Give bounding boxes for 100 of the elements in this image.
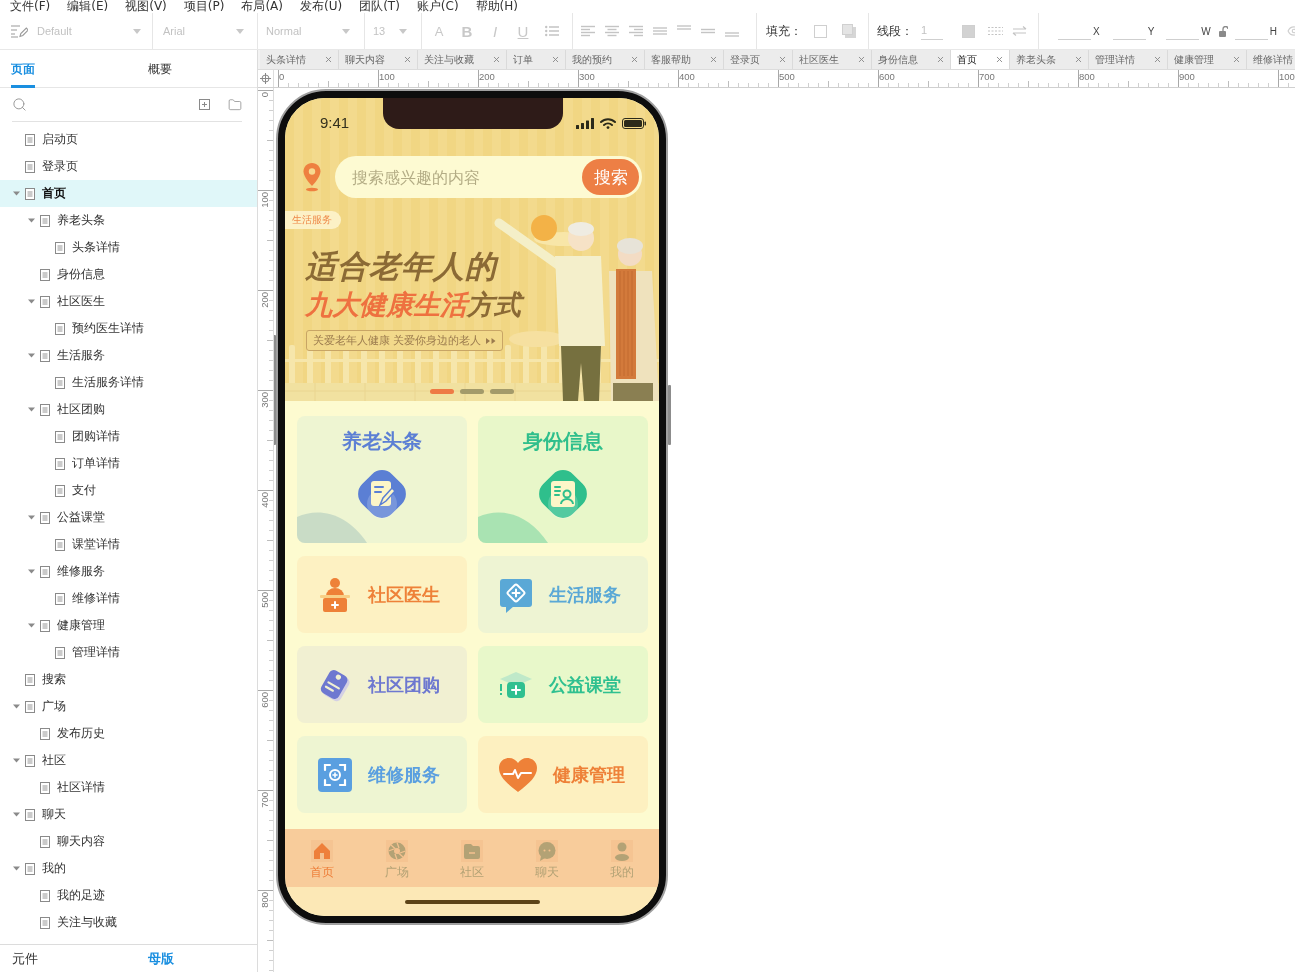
document-tab[interactable]: 聊天内容 (339, 50, 418, 69)
menu-item[interactable]: 布局(A) (241, 0, 283, 13)
document-tab[interactable]: 头条详情 (260, 50, 339, 69)
page-tree-item[interactable]: 启动页 (0, 126, 257, 153)
page-tree-item[interactable]: 订单详情 (0, 450, 257, 477)
caret-icon[interactable] (27, 352, 35, 359)
page-tree-item[interactable]: 维修服务 (0, 558, 257, 585)
align-right-icon[interactable] (629, 25, 643, 37)
page-tree-item[interactable]: 公益课堂 (0, 504, 257, 531)
close-icon[interactable] (709, 55, 718, 64)
document-tab[interactable]: 我的预约 (566, 50, 645, 69)
fill-swatch-icon[interactable] (814, 24, 827, 38)
document-tab[interactable]: 社区医生 (793, 50, 872, 69)
lock-open-icon[interactable] (1218, 25, 1228, 37)
document-tab[interactable]: 登录页 (724, 50, 793, 69)
menu-item[interactable]: 编辑(E) (67, 0, 109, 13)
close-icon[interactable] (403, 55, 412, 64)
arrows-icon[interactable] (1012, 26, 1027, 36)
close-icon[interactable] (324, 55, 333, 64)
close-icon[interactable] (551, 55, 560, 64)
dashed-line-icon[interactable] (988, 26, 1003, 36)
page-icon (25, 160, 35, 173)
page-tree-item[interactable]: 关注与收藏 (0, 909, 257, 936)
page-tree-item[interactable]: 预约医生详情 (0, 315, 257, 342)
caret-icon[interactable] (12, 703, 20, 710)
close-icon[interactable] (857, 55, 866, 64)
page-tree-item[interactable]: 广场 (0, 693, 257, 720)
close-icon[interactable] (778, 55, 787, 64)
page-tree-item[interactable]: 管理详情 (0, 639, 257, 666)
caret-icon[interactable] (12, 757, 20, 764)
page-tree-item[interactable]: 社区 (0, 747, 257, 774)
align-left-icon[interactable] (581, 25, 595, 37)
style-icon[interactable] (10, 24, 28, 38)
page-tree-item[interactable]: 身份信息 (0, 261, 257, 288)
close-icon[interactable] (1232, 55, 1241, 64)
document-tab[interactable]: 客服帮助 (645, 50, 724, 69)
menu-item[interactable]: 账户(C) (416, 0, 459, 13)
close-icon[interactable] (995, 55, 1004, 64)
close-icon[interactable] (492, 55, 501, 64)
crosshair-icon[interactable] (260, 73, 271, 84)
panel-tab[interactable]: 元件 (12, 949, 38, 968)
page-tree-item[interactable]: 社区医生 (0, 288, 257, 315)
folder-icon[interactable] (228, 97, 242, 112)
ruler-label: 500 (779, 71, 795, 82)
line-color-swatch-icon[interactable] (962, 24, 975, 38)
menu-item[interactable]: 视图(V) (125, 0, 167, 13)
document-tab[interactable]: 维修详情 (1247, 50, 1295, 69)
document-tab[interactable]: 首页 (951, 50, 1010, 69)
document-tab[interactable]: 身份信息 (872, 50, 951, 69)
page-tree-item[interactable]: 团购详情 (0, 423, 257, 450)
caret-icon[interactable] (27, 568, 35, 575)
document-tab[interactable]: 健康管理 (1168, 50, 1247, 69)
page-tree-item[interactable]: 首页 (0, 180, 257, 207)
location-pin-icon[interactable] (302, 162, 322, 192)
page-tree-item[interactable]: 发布历史 (0, 720, 257, 747)
page-tree-item[interactable]: 维修详情 (0, 585, 257, 612)
document-tab[interactable]: 管理详情 (1089, 50, 1168, 69)
page-icon (55, 376, 65, 389)
page-tree-item[interactable]: 养老头条 (0, 207, 257, 234)
caret-icon[interactable] (27, 217, 35, 224)
menu-item[interactable]: 文件(F) (10, 0, 51, 13)
document-tab[interactable]: 订单 (507, 50, 566, 69)
page-tree-item[interactable]: 聊天内容 (0, 828, 257, 855)
align-center-icon[interactable] (605, 25, 619, 37)
document-tab[interactable]: 养老头条 (1010, 50, 1089, 69)
caret-icon[interactable] (12, 865, 20, 872)
caret-icon[interactable] (27, 622, 35, 629)
caret-icon[interactable] (27, 406, 35, 413)
menu-item[interactable]: 发布(U) (300, 0, 343, 13)
page-tree-item[interactable]: 支付 (0, 477, 257, 504)
caret-icon[interactable] (27, 514, 35, 521)
menu-item[interactable]: 团队(T) (359, 0, 400, 13)
close-icon[interactable] (1153, 55, 1162, 64)
add-page-icon[interactable] (199, 99, 210, 110)
align-justify-icon[interactable] (653, 25, 667, 37)
page-tree-item[interactable]: 我的足迹 (0, 882, 257, 909)
page-tree-item[interactable]: 聊天 (0, 801, 257, 828)
page-tree-item[interactable]: 我的 (0, 855, 257, 882)
search-icon[interactable] (12, 97, 27, 112)
page-tree-item[interactable]: 健康管理 (0, 612, 257, 639)
panel-tab[interactable]: 概要 (148, 50, 172, 88)
caret-icon[interactable] (12, 190, 20, 197)
page-tree-item[interactable]: 生活服务 (0, 342, 257, 369)
menu-item[interactable]: 帮助(H) (475, 0, 518, 13)
page-tree-item[interactable]: 课堂详情 (0, 531, 257, 558)
document-tab[interactable]: 关注与收藏 (418, 50, 507, 69)
page-tree-item[interactable]: 生活服务详情 (0, 369, 257, 396)
bullet-list-icon[interactable] (545, 25, 559, 37)
page-tree-item[interactable]: 社区团购 (0, 396, 257, 423)
caret-icon[interactable] (12, 811, 20, 818)
close-icon[interactable] (630, 55, 639, 64)
page-tree-item[interactable]: 头条详情 (0, 234, 257, 261)
close-icon[interactable] (1074, 55, 1083, 64)
page-tree-item[interactable]: 登录页 (0, 153, 257, 180)
caret-icon[interactable] (27, 298, 35, 305)
menu-item[interactable]: 项目(P) (183, 0, 225, 13)
page-tree-item[interactable]: 社区详情 (0, 774, 257, 801)
shadow-swatch-icon[interactable] (842, 24, 856, 38)
page-tree-item[interactable]: 搜索 (0, 666, 257, 693)
close-icon[interactable] (936, 55, 945, 64)
